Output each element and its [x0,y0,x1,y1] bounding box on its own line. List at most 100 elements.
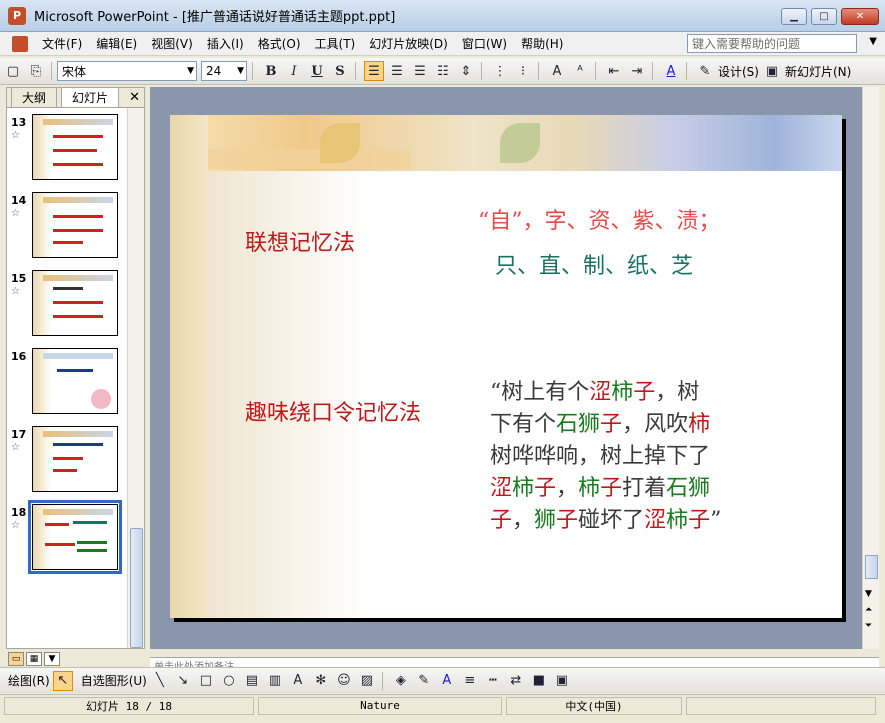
tab-outline[interactable]: 大纲 [11,87,58,107]
tongue-twister-text[interactable]: “树上有个涩柿子，树 下有个石狮子，风吹柿 树哗哗响，树上掉下了 涩柿子，柿子打着石狮… [490,377,790,537]
arrow-style-icon[interactable]: ⇄ [506,671,526,691]
close-button[interactable]: ✕ [841,8,879,25]
status-bar: 幻灯片 18 / 18 Nature 中文(中国) [0,694,885,716]
slide-thumbnail[interactable]: 15 ☆ [7,270,127,340]
wordart-icon[interactable]: A [288,671,308,691]
font-color-icon[interactable]: A [437,671,457,691]
slide-thumbnail-selected[interactable]: 18 ☆ [7,500,127,574]
align-center-icon[interactable]: ☰ [387,61,407,81]
design-button[interactable]: 设计(S) [718,63,759,80]
close-icon[interactable]: ✕ [129,90,140,105]
help-search-input[interactable]: 键入需要帮助的问题 [687,34,857,53]
align-left-icon[interactable]: ☰ [364,61,384,81]
line-color-icon[interactable]: ✎ [414,671,434,691]
editor-scrollbar[interactable]: ▼ ⏶ ⏷ [862,87,879,649]
picture-icon[interactable]: ▨ [357,671,377,691]
vertical-textbox-icon[interactable]: ▥ [265,671,285,691]
align-right-icon[interactable]: ☰ [410,61,430,81]
chevron-down-icon[interactable]: ▼ [237,66,244,76]
design-icon[interactable]: ✎ [695,61,715,81]
copy-icon[interactable]: ⎘ [26,61,46,81]
minimize-button[interactable]: ▁ [781,8,807,25]
bullets-icon[interactable]: ⁝ [513,61,533,81]
scrollbar-thumb[interactable] [130,528,143,648]
slide-preview [28,500,122,574]
shadow-style-icon[interactable]: ■ [529,671,549,691]
shadow-button[interactable]: S [330,61,350,81]
menu-insert[interactable]: 插入(I) [207,35,244,52]
new-slide-button[interactable]: 新幻灯片(N) [785,63,851,80]
poem-segment: 狮 [578,412,601,437]
menu-format[interactable]: 格式(O) [258,35,301,52]
line-style-icon[interactable]: ≡ [460,671,480,691]
transition-icon: ☆ [11,442,20,453]
chevron-down-icon[interactable]: ▼ [187,66,194,76]
rectangle-icon[interactable]: □ [196,671,216,691]
scroll-down-icon[interactable]: ▼ [865,589,872,599]
slide-preview [32,114,118,180]
slide-thumbnail[interactable]: 13 ☆ [7,114,127,184]
poem-line: 涩柿子，柿子打着石狮 [490,473,790,505]
menu-window[interactable]: 窗口(W) [462,35,507,52]
slide-canvas[interactable]: 联想记忆法 趣味绕口令记忆法 “自”，字、资、紫、渍； 只、直、制、纸、芝 “树… [170,115,842,618]
heading-tongue-twister[interactable]: 趣味绕口令记忆法 [245,395,421,427]
numbering-icon[interactable]: ⋮ [490,61,510,81]
font-size-select[interactable]: 24 ▼ [201,61,247,81]
menu-edit[interactable]: 编辑(E) [96,35,137,52]
arrow-icon[interactable]: ↘ [173,671,193,691]
slides-pane-scrollbar[interactable] [127,108,144,648]
3d-style-icon[interactable]: ▣ [552,671,572,691]
chevron-down-icon[interactable]: ▼ [869,36,877,47]
clipart-icon[interactable]: ☺ [334,671,354,691]
fill-color-icon[interactable]: ◈ [391,671,411,691]
new-slide-icon[interactable]: ▣ [762,61,782,81]
poem-segment: ，树 [655,380,700,405]
menu-view[interactable]: 视图(V) [151,35,193,52]
font-color-icon[interactable]: A [661,61,681,81]
decrease-indent-icon[interactable]: ⇤ [604,61,624,81]
normal-view-icon[interactable]: ▭ [8,652,24,666]
new-document-icon[interactable]: ▢ [3,61,23,81]
distribute-icon[interactable]: ☷ [433,61,453,81]
textbox-icon[interactable]: ▤ [242,671,262,691]
slide-thumbnail[interactable]: 14 ☆ [7,192,127,262]
slideshow-icon[interactable]: ▼ [44,652,60,666]
slide-sorter-icon[interactable]: ▦ [26,652,42,666]
font-name-select[interactable]: 宋体 ▼ [57,61,197,81]
dash-style-icon[interactable]: ┅ [483,671,503,691]
scrollbar-thumb[interactable] [865,555,878,579]
select-pointer-icon[interactable]: ↖ [52,670,73,691]
heading-association[interactable]: 联想记忆法 [245,225,355,257]
line-spacing-icon[interactable]: ⇕ [456,61,476,81]
slide-thumbnail[interactable]: 16 [7,348,127,418]
tab-slides[interactable]: 幻灯片 [61,87,120,107]
previous-slide-icon[interactable]: ⏶ [865,605,872,615]
next-slide-icon[interactable]: ⏷ [865,621,872,631]
font-name-value: 宋体 [62,64,87,79]
char-group-line2[interactable]: 只、直、制、纸、芝 [495,248,693,280]
increase-font-icon[interactable]: A [547,61,567,81]
oval-icon[interactable]: ○ [219,671,239,691]
menu-slideshow[interactable]: 幻灯片放映(D) [369,35,448,52]
formatting-toolbar: ▢ ⎘ 宋体 ▼ 24 ▼ B I U S ☰ ☰ ☰ ☷ ⇕ ⋮ ⁝ A ᴬ … [0,58,885,85]
char-group-line1[interactable]: “自”，字、资、紫、渍； [478,203,721,235]
slide-thumbnail[interactable]: 17 ☆ [7,426,127,496]
menu-file[interactable]: 文件(F) [42,35,82,52]
diagram-icon[interactable]: ✻ [311,671,331,691]
bold-button[interactable]: B [261,61,281,81]
underline-button[interactable]: U [307,61,327,81]
italic-button[interactable]: I [284,61,304,81]
line-icon[interactable]: ╲ [150,671,170,691]
increase-indent-icon[interactable]: ⇥ [627,61,647,81]
poem-segment: ， [512,508,535,533]
autoshapes-menu[interactable]: 自选图形(U) [81,672,147,689]
decrease-font-icon[interactable]: ᴬ [570,61,590,81]
document-icon[interactable] [12,35,28,52]
slide-number: 17 [11,428,27,441]
drawing-toolbar: 绘图(R) ↖ 自选图形(U) ╲ ↘ □ ○ ▤ ▥ A ✻ ☺ ▨ ◈ ✎ … [0,667,885,693]
menu-tools[interactable]: 工具(T) [315,35,356,52]
maximize-button[interactable]: □ [811,8,837,25]
draw-menu[interactable]: 绘图(R) [8,672,50,689]
leaf-decoration [320,123,360,163]
menu-help[interactable]: 帮助(H) [521,35,563,52]
